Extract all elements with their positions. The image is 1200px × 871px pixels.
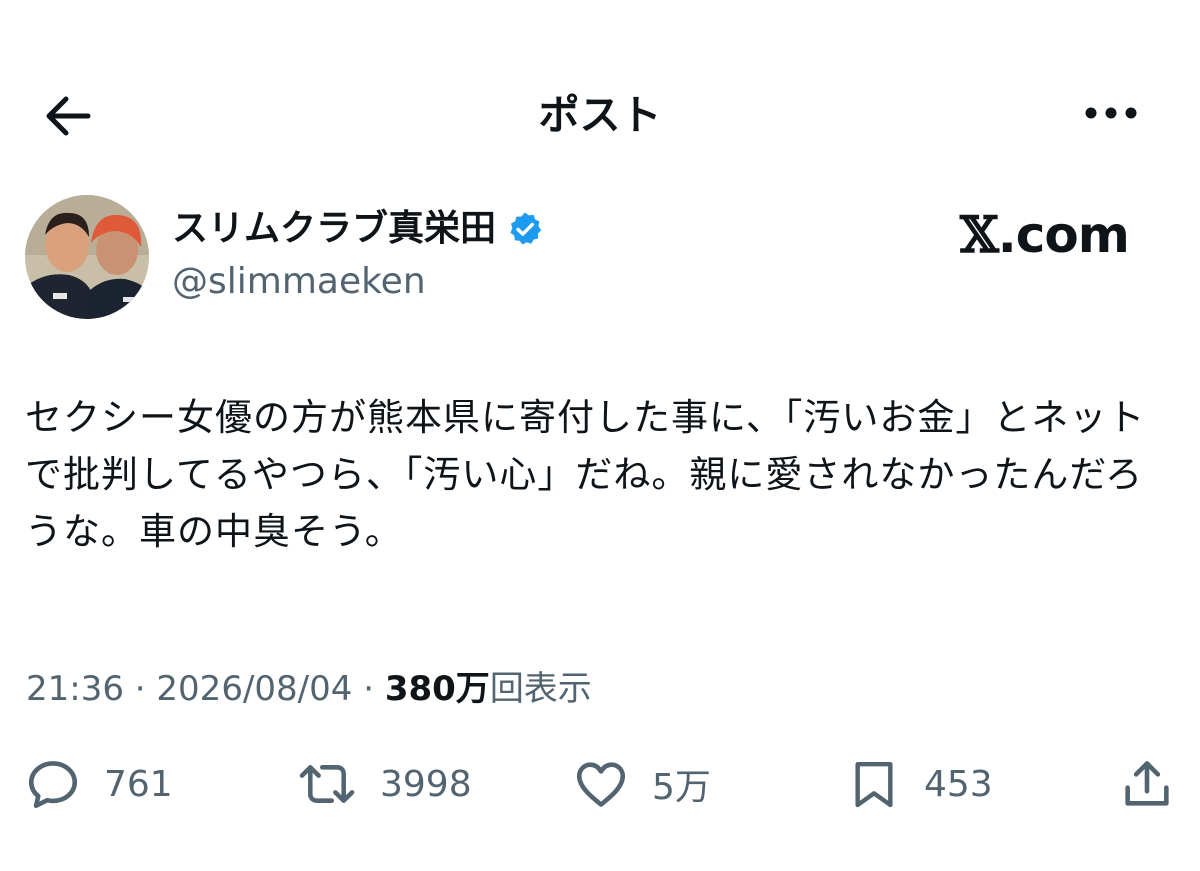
share-button[interactable] — [1118, 752, 1176, 816]
views-count: 380万 — [384, 669, 490, 709]
meta-separator: · — [352, 669, 385, 709]
brand-suffix: .com — [997, 206, 1130, 264]
reply-icon — [28, 761, 78, 809]
display-name[interactable]: スリムクラブ真栄田 — [172, 206, 496, 252]
more-options-button[interactable] — [1082, 98, 1142, 128]
action-bar: 761 3998 5万 453 — [0, 752, 1200, 816]
retweet-icon — [299, 765, 355, 803]
tweet-text: セクシー女優の方が熊本県に寄付した事に、「汚いお金」とネットで批判してるやつら、… — [25, 396, 1146, 553]
meta-separator: · — [123, 669, 157, 709]
x-com-logo: 𝕏.com — [960, 205, 1130, 265]
bookmark-count: 453 — [924, 763, 993, 805]
views-label: 回表示 — [489, 669, 592, 709]
profile-photo — [25, 195, 149, 319]
verified-badge-icon — [510, 212, 542, 245]
like-count: 5万 — [652, 767, 711, 808]
avatar[interactable] — [25, 195, 149, 319]
reply-button[interactable]: 761 — [24, 752, 173, 816]
more-horizontal-icon — [1085, 107, 1137, 119]
bookmark-button[interactable]: 453 — [846, 752, 993, 816]
user-handle[interactable]: @slimmaeken — [172, 258, 426, 306]
like-button[interactable]: 5万 — [572, 752, 711, 816]
post-time[interactable]: 21:36 — [26, 669, 124, 709]
author-name-row[interactable]: スリムクラブ真栄田 — [172, 206, 544, 252]
retweet-count: 3998 — [380, 763, 472, 805]
retweet-button[interactable]: 3998 — [296, 752, 472, 816]
tweet-meta: 21:36 · 2026/08/04 · 380万回表示 — [26, 664, 592, 714]
reply-count: 761 — [104, 763, 173, 805]
x-logo-glyph: 𝕏 — [960, 205, 999, 264]
heart-icon — [576, 762, 626, 807]
bookmark-icon — [855, 761, 893, 808]
post-date[interactable]: 2026/08/04 — [156, 669, 352, 709]
share-icon — [1125, 761, 1169, 806]
page-title: ポスト — [538, 91, 662, 139]
